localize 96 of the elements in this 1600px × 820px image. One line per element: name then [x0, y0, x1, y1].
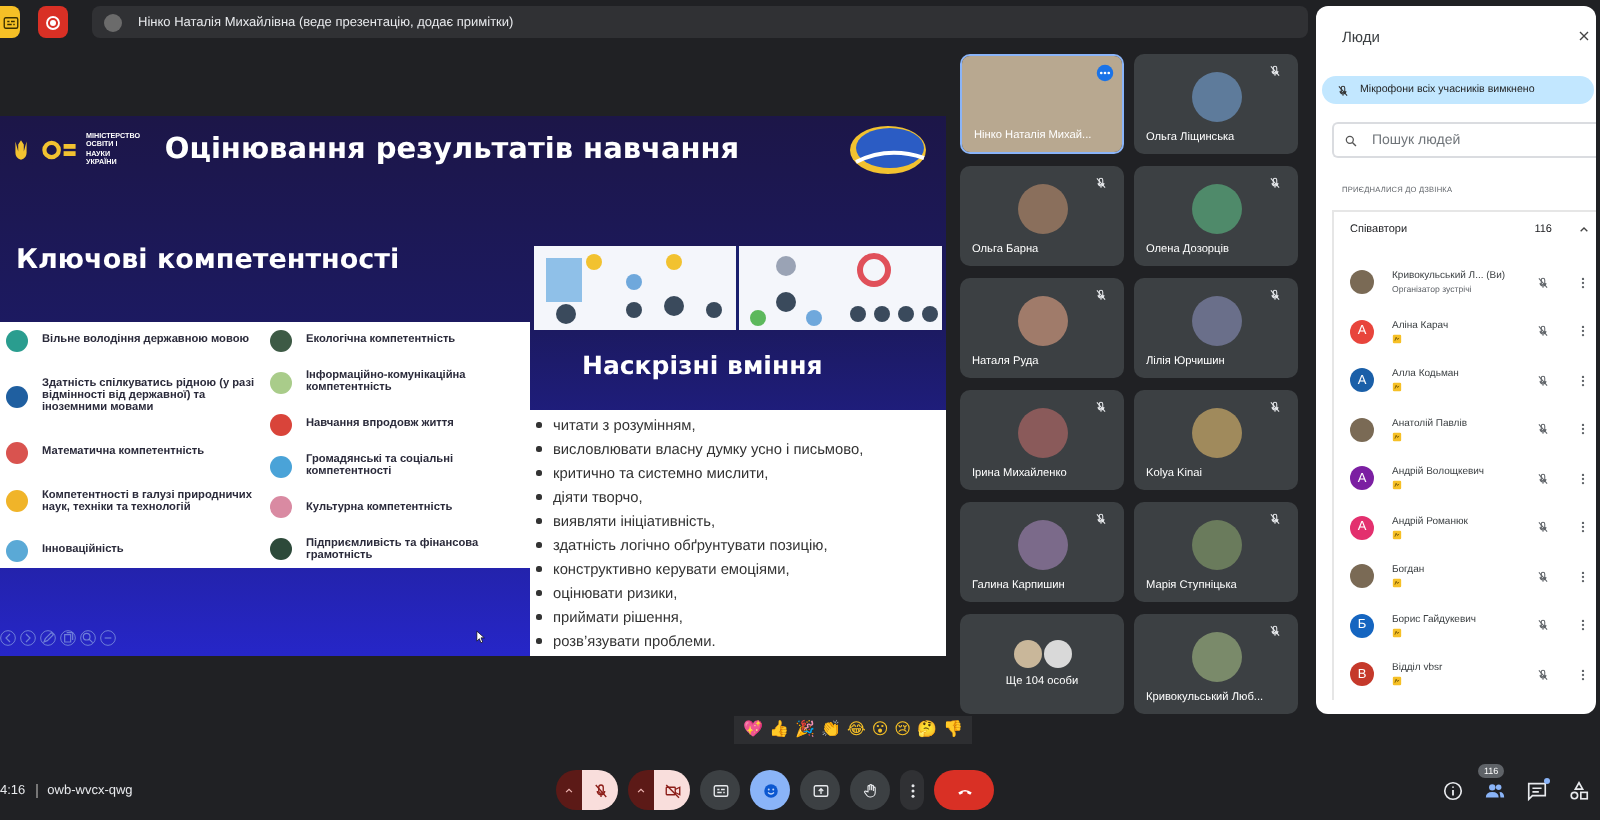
zoom-icon[interactable]	[80, 630, 96, 646]
chat-icon	[1526, 779, 1548, 801]
more-icon[interactable]	[1576, 324, 1590, 339]
avatar-circle	[1191, 71, 1241, 121]
notification-dot	[1544, 777, 1550, 783]
bullet-icon	[536, 566, 541, 572]
avatar-circle	[1350, 417, 1374, 442]
bullet-icon	[536, 518, 541, 524]
avatar-circle	[1191, 519, 1241, 569]
mic-off-icon[interactable]	[1536, 667, 1550, 682]
mic-off-icon[interactable]	[1536, 275, 1550, 290]
avatar-circle	[1191, 407, 1241, 457]
mic-off-icon[interactable]	[1536, 422, 1550, 437]
info-button[interactable]	[1442, 779, 1464, 801]
raise-hand-button[interactable]	[850, 770, 890, 810]
avatar-circle	[1017, 407, 1067, 457]
mic-off-icon[interactable]	[1536, 373, 1550, 388]
reaction-button[interactable]: 😂	[846, 716, 866, 744]
avatar-circle	[104, 13, 122, 31]
caret-icon	[634, 783, 648, 797]
mic-off-icon[interactable]	[1536, 618, 1550, 633]
reaction-button[interactable]: 👎	[943, 716, 964, 744]
more-options-icon[interactable]	[1096, 64, 1114, 82]
record-icon	[44, 13, 62, 31]
present-button[interactable]	[800, 770, 840, 810]
end-call-button[interactable]	[934, 770, 994, 810]
reaction-button[interactable]: 🎉	[794, 716, 815, 744]
reaction-button[interactable]: 😢	[894, 716, 912, 744]
avatar-circle	[1017, 295, 1067, 345]
more-options-button[interactable]	[900, 770, 924, 810]
bullet-icon	[536, 542, 541, 548]
reaction-button[interactable]: 🤔	[917, 716, 938, 744]
reaction-button[interactable]: 👍	[768, 716, 789, 744]
mic-off-icon[interactable]	[1536, 520, 1550, 535]
bullet-icon	[536, 494, 541, 500]
record-button[interactable]	[38, 6, 68, 38]
avatar-circle	[1350, 564, 1374, 589]
camera-button[interactable]	[654, 770, 690, 810]
avatar-circle	[1191, 183, 1241, 233]
shapes-icon	[1568, 779, 1590, 801]
captions-button[interactable]	[700, 770, 740, 810]
chat-button[interactable]	[1526, 779, 1548, 801]
previous-icon[interactable]	[0, 630, 16, 646]
more-icon[interactable]	[1576, 667, 1590, 682]
reaction-button[interactable]: 😮	[871, 716, 889, 744]
trident-icon	[14, 137, 28, 161]
present-icon	[811, 781, 829, 799]
reaction-button[interactable]: 👏	[820, 716, 841, 744]
more-icon[interactable]	[1576, 422, 1590, 437]
info-icon	[1442, 779, 1464, 801]
microphone-button[interactable]	[582, 770, 618, 810]
hand-icon	[861, 781, 879, 799]
bullet-icon	[536, 638, 541, 644]
mic-off-icon[interactable]	[1536, 471, 1550, 486]
more-icon[interactable]	[1576, 275, 1590, 290]
avatar-circle	[1043, 640, 1071, 668]
caret-icon	[562, 783, 576, 797]
avatar-circle	[1013, 640, 1041, 668]
slide-heading: Наскрізні вміння	[580, 348, 825, 384]
reactions-button[interactable]	[750, 770, 790, 810]
camera-off-icon	[663, 781, 681, 799]
pen-icon[interactable]	[40, 630, 56, 646]
smiley-icon	[761, 781, 779, 799]
search-icon	[1344, 133, 1358, 147]
slide-title: Оцінювання результатів навчання	[162, 133, 742, 165]
next-icon[interactable]	[20, 630, 36, 646]
avatar-circle	[1350, 270, 1374, 295]
cursor-icon	[476, 630, 486, 644]
slide-heading: Ключові компетентності	[14, 242, 402, 280]
more-icon[interactable]	[1576, 618, 1590, 633]
avatar-circle	[1191, 295, 1241, 345]
avatar-circle	[1191, 631, 1241, 681]
bullet-icon	[536, 614, 541, 620]
ministry-logo-icon	[42, 139, 78, 159]
pages-icon[interactable]	[60, 630, 76, 646]
more-icon[interactable]	[1576, 373, 1590, 388]
close-icon[interactable]	[1576, 28, 1592, 44]
avatar-circle	[1017, 519, 1067, 569]
bullet-icon	[536, 422, 541, 428]
bullet-icon	[536, 470, 541, 476]
bullet-icon	[536, 446, 541, 452]
more-icon[interactable]	[1576, 471, 1590, 486]
mic-off-icon	[591, 781, 609, 799]
more-icon[interactable]	[1576, 520, 1590, 535]
captions-icon	[1, 13, 19, 31]
captions-icon	[711, 781, 729, 799]
reaction-button[interactable]: 💖	[742, 716, 763, 744]
people-icon	[1484, 779, 1506, 801]
activity-button[interactable]	[0, 6, 20, 38]
mic-off-icon[interactable]	[1536, 324, 1550, 339]
avatar-circle	[1017, 183, 1067, 233]
mic-off-icon	[1336, 83, 1350, 97]
bullet-icon	[536, 590, 541, 596]
more-icon[interactable]	[1576, 569, 1590, 584]
mic-off-icon[interactable]	[1536, 569, 1550, 584]
activities-button[interactable]	[1568, 779, 1590, 801]
